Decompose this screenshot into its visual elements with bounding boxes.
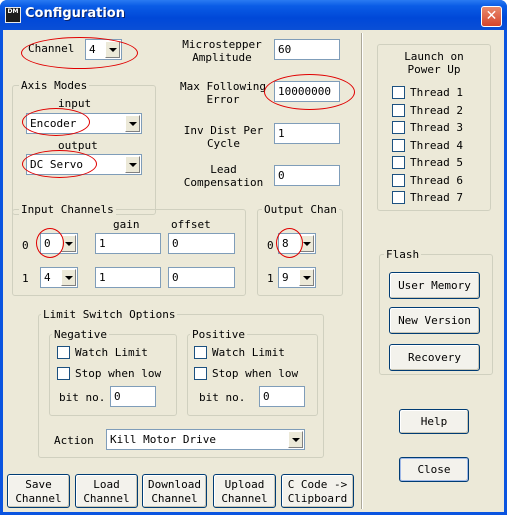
microstepper-label: Microstepper Amplitude: [182, 38, 262, 64]
positive-watch-checkbox[interactable]: [194, 346, 207, 359]
input-row-index: 0: [22, 239, 29, 252]
thread-checkbox[interactable]: [392, 86, 405, 99]
thread-label: Thread 5: [410, 156, 463, 169]
close-button[interactable]: Close: [399, 457, 469, 482]
lead-comp-field[interactable]: 0: [274, 165, 340, 186]
action-label: Action: [54, 434, 94, 447]
input-row-index: 1: [22, 272, 29, 285]
input-offset-1-field[interactable]: 0: [168, 267, 235, 288]
input-channel-1-select[interactable]: 4: [40, 267, 78, 288]
recovery-button[interactable]: Recovery: [389, 344, 480, 371]
vertical-divider: [361, 33, 363, 509]
max-following-label: Max Following Error: [179, 80, 267, 106]
close-window-icon[interactable]: ✕: [481, 6, 502, 27]
thread-checkbox[interactable]: [392, 103, 405, 117]
output-row-index: 1: [267, 272, 274, 285]
output-mode-select[interactable]: DC Servo: [26, 154, 142, 175]
positive-stop-checkbox[interactable]: [194, 367, 207, 380]
title-bar[interactable]: DM Configuration ✕: [0, 0, 507, 30]
microstepper-field[interactable]: 60: [274, 39, 340, 60]
thread-label: Thread 3: [410, 121, 463, 134]
thread-label: Thread 7: [410, 191, 463, 204]
flash-title: Flash: [384, 248, 422, 261]
input-mode-select[interactable]: Encoder: [26, 113, 142, 134]
negative-bit-label: bit no.: [59, 391, 106, 404]
thread-label: Thread 6: [410, 173, 463, 187]
input-offset-0-field[interactable]: 0: [168, 233, 235, 254]
chevron-down-icon[interactable]: [299, 269, 314, 286]
offset-header: offset: [171, 218, 211, 231]
launch-title: Launch on Power Up: [404, 50, 464, 76]
upload-channel-button[interactable]: Upload Channel: [213, 474, 276, 508]
configuration-window: DM Configuration ✕ Channel 4 Axis Modes …: [0, 0, 507, 515]
positive-stop-label: Stop when low: [212, 367, 299, 380]
action-select[interactable]: Kill Motor Drive: [106, 429, 305, 450]
thread-checkbox[interactable]: [392, 173, 405, 187]
lead-comp-label: Lead Compensation: [183, 163, 264, 189]
app-icon: DM: [5, 7, 21, 23]
input-mode-label: input: [58, 97, 92, 110]
output-channel-1-select[interactable]: 9: [278, 267, 316, 288]
thread-label: Thread 4: [410, 138, 463, 152]
axis-modes-title: Axis Modes: [19, 79, 90, 92]
gain-header: gain: [113, 218, 140, 231]
thread-checkbox[interactable]: [392, 138, 405, 152]
negative-title: Negative: [52, 328, 109, 341]
negative-watch-label: Watch Limit: [75, 346, 148, 359]
positive-watch-label: Watch Limit: [212, 346, 285, 359]
inv-dist-label: Inv Dist Per Cycle: [183, 124, 264, 150]
thread-checkbox[interactable]: [392, 121, 405, 134]
negative-watch-checkbox[interactable]: [57, 346, 70, 359]
thread-checkbox[interactable]: [392, 156, 405, 169]
chevron-down-icon[interactable]: [299, 235, 314, 252]
positive-bit-label: bit no.: [199, 391, 246, 404]
input-channel-0-select[interactable]: 0: [40, 233, 78, 254]
new-version-button[interactable]: New Version: [389, 307, 480, 334]
chevron-down-icon[interactable]: [288, 431, 303, 448]
positive-title: Positive: [190, 328, 247, 341]
chevron-down-icon[interactable]: [61, 235, 76, 252]
input-channels-title: Input Channels: [19, 203, 116, 216]
save-channel-button[interactable]: Save Channel: [7, 474, 70, 508]
user-memory-button[interactable]: User Memory: [389, 272, 480, 299]
input-gain-0-field[interactable]: 1: [95, 233, 161, 254]
output-channel-0-select[interactable]: 8: [278, 233, 316, 254]
output-row-index: 0: [267, 239, 274, 252]
negative-bit-field[interactable]: 0: [110, 386, 156, 407]
input-gain-1-field[interactable]: 1: [95, 267, 161, 288]
chevron-down-icon[interactable]: [105, 41, 120, 58]
thread-label: Thread 1: [410, 86, 463, 99]
chevron-down-icon[interactable]: [125, 156, 140, 173]
output-mode-label: output: [58, 139, 98, 152]
thread-checkbox[interactable]: [392, 191, 405, 204]
c-code-clipboard-button[interactable]: C Code -> Clipboard: [281, 474, 354, 508]
thread-label: Thread 2: [410, 103, 463, 117]
channel-select[interactable]: 4: [85, 39, 122, 60]
window-title: Configuration: [25, 6, 125, 21]
download-channel-button[interactable]: Download Channel: [142, 474, 207, 508]
output-channels-title: Output Chan: [262, 203, 339, 216]
help-button[interactable]: Help: [399, 409, 469, 434]
dialog-client-area: Channel 4 Axis Modes input Encoder outpu…: [3, 30, 504, 512]
load-channel-button[interactable]: Load Channel: [75, 474, 138, 508]
chevron-down-icon[interactable]: [61, 269, 76, 286]
negative-stop-checkbox[interactable]: [57, 367, 70, 380]
positive-bit-field[interactable]: 0: [259, 386, 305, 407]
negative-stop-label: Stop when low: [75, 367, 162, 380]
limit-switch-title: Limit Switch Options: [41, 308, 178, 321]
chevron-down-icon[interactable]: [125, 115, 140, 132]
inv-dist-field[interactable]: 1: [274, 123, 340, 144]
max-following-field[interactable]: 10000000: [274, 81, 340, 102]
channel-label: Channel: [28, 42, 75, 55]
